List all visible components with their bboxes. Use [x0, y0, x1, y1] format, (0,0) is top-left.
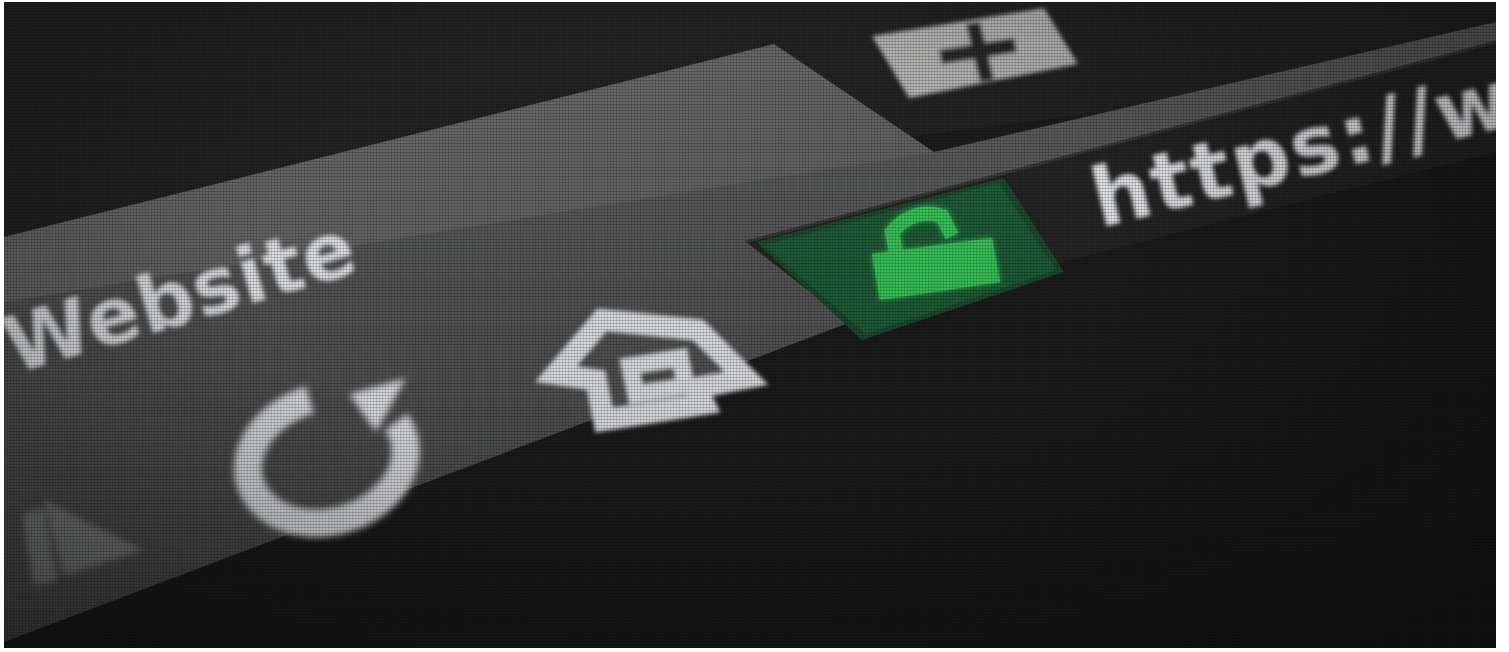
browser-window: Website https://w: [4, 2, 1496, 648]
browser-chrome-scene: Website https://w: [4, 2, 1496, 648]
